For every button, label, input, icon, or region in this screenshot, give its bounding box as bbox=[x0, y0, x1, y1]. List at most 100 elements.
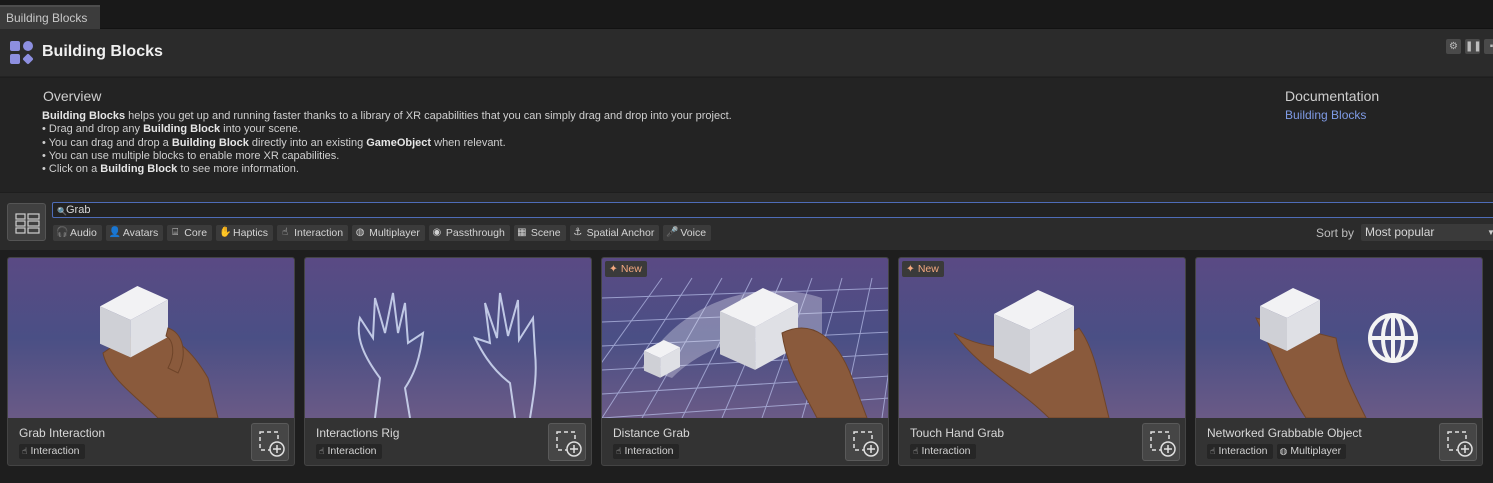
sparkle-icon: ✦ bbox=[609, 263, 618, 275]
block-card[interactable]: Grab Interaction ☝ Interaction bbox=[7, 257, 295, 466]
filter-chip-voice[interactable]: 🎤 Voice bbox=[663, 225, 712, 241]
filter-chip-avatars[interactable]: 👤 Avatars bbox=[105, 225, 164, 241]
documentation-link[interactable]: Building Blocks bbox=[1285, 108, 1366, 122]
filter-chip-passthrough[interactable]: ◉ Passthrough bbox=[428, 225, 510, 241]
overview-text: Building Blocks helps you get up and run… bbox=[42, 110, 732, 176]
overview-intro-bold: Building Blocks bbox=[42, 110, 126, 122]
overview-line: • You can drag and drop a bbox=[42, 136, 172, 149]
block-tags: ☝ Interaction ◍ Multiplayer bbox=[1207, 444, 1347, 459]
overview-line-bold: Building Block bbox=[100, 163, 178, 176]
add-block-button[interactable] bbox=[845, 423, 883, 461]
overview-line: • You can use multiple blocks to enable … bbox=[42, 149, 340, 162]
more-button[interactable]: ▪ bbox=[1484, 39, 1493, 54]
microphone-icon: 🎤 bbox=[666, 227, 679, 238]
block-card[interactable]: Networked Grabbable Object ☝ Interaction ◍ M… bbox=[1195, 257, 1483, 466]
tag-multiplayer: ◍ Multiplayer bbox=[1276, 444, 1347, 459]
pointer-hand-icon: ☝ bbox=[1210, 446, 1216, 456]
add-to-scene-icon bbox=[1150, 431, 1176, 457]
globe-icon: ◍ bbox=[355, 227, 365, 238]
add-block-button[interactable] bbox=[1439, 423, 1477, 461]
overview-intro: helps you get up and running faster than… bbox=[125, 110, 732, 122]
tag-interaction: ☝ Interaction bbox=[1207, 444, 1273, 459]
filter-chip-label: Interaction bbox=[294, 227, 344, 239]
filter-chip-core[interactable]: ⌸ Core bbox=[167, 225, 213, 241]
block-thumbnail bbox=[899, 258, 1185, 418]
block-card[interactable]: Interactions Rig ☝ Interaction bbox=[304, 257, 592, 466]
hand-icon: ✋ bbox=[219, 227, 232, 238]
tag-interaction: ☝ Interaction bbox=[613, 444, 679, 459]
list-grid-icon bbox=[15, 213, 40, 234]
pointer-hand-icon: ☝ bbox=[913, 446, 919, 456]
add-to-scene-icon bbox=[556, 431, 582, 457]
eye-icon: ◉ bbox=[432, 227, 442, 238]
tag-label: Interaction bbox=[30, 445, 80, 457]
new-badge: ✦ New bbox=[902, 261, 944, 277]
layout-icon: ❚❚ bbox=[1465, 41, 1482, 52]
block-tags: ☝ Interaction bbox=[316, 444, 382, 459]
block-title: Touch Hand Grab bbox=[910, 426, 1005, 440]
anchor-icon: ⚓ bbox=[573, 227, 583, 238]
headphones-icon: 🎧 bbox=[56, 227, 69, 238]
globe-icon: ◍ bbox=[1279, 446, 1288, 456]
pointer-hand-icon: ☝ bbox=[22, 446, 28, 456]
blocks-grid: Grab Interaction ☝ Interaction Interaction… bbox=[0, 250, 1493, 483]
block-thumbnail bbox=[305, 258, 591, 418]
block-card[interactable]: ✦ New Touch Hand Grab ☝ Interaction bbox=[898, 257, 1186, 466]
add-to-scene-icon bbox=[853, 431, 879, 457]
new-badge-label: New bbox=[917, 263, 939, 275]
filter-chip-label: Multiplayer bbox=[369, 227, 420, 239]
search-input[interactable]: 🔍 Grab bbox=[52, 202, 1493, 218]
tag-interaction: ☝ Interaction bbox=[910, 444, 976, 459]
tab-building-blocks[interactable]: Building Blocks bbox=[0, 5, 100, 29]
gear-icon: ⚙ bbox=[1449, 41, 1458, 52]
overview-line-bold: Building Block bbox=[171, 136, 249, 149]
add-block-button[interactable] bbox=[251, 423, 289, 461]
person-icon: 👤 bbox=[108, 227, 122, 238]
filter-chip-label: Avatars bbox=[122, 227, 159, 239]
search-value: Grab bbox=[66, 204, 91, 216]
block-thumbnail bbox=[1196, 258, 1482, 418]
overview-heading: Overview bbox=[43, 88, 102, 104]
new-badge: ✦ New bbox=[605, 261, 647, 277]
settings-button[interactable]: ⚙ bbox=[1446, 39, 1461, 54]
overview-line: • Drag and drop any bbox=[42, 123, 144, 136]
add-block-button[interactable] bbox=[548, 423, 586, 461]
block-tags: ☝ Interaction bbox=[910, 444, 976, 459]
overview-line-bold: Building Block bbox=[143, 123, 221, 136]
block-title: Distance Grab bbox=[613, 426, 690, 440]
page-title: Building Blocks bbox=[42, 43, 163, 60]
sort-dropdown[interactable]: Most popular ▼ bbox=[1361, 224, 1493, 241]
block-tags: ☝ Interaction bbox=[19, 444, 85, 459]
filter-chip-scene[interactable]: ▦ Scene bbox=[513, 225, 566, 241]
block-title: Networked Grabbable Object bbox=[1207, 426, 1362, 440]
block-title: Interactions Rig bbox=[316, 426, 400, 440]
building-blocks-logo-icon bbox=[10, 41, 34, 65]
sparkle-icon: ✦ bbox=[906, 263, 915, 275]
overview-line-bold: GameObject bbox=[366, 136, 432, 149]
block-tags: ☝ Interaction bbox=[613, 444, 679, 459]
tab-strip: Building Blocks bbox=[0, 0, 1493, 29]
overview-line: • Click on a bbox=[42, 163, 101, 176]
pointer-hand-icon: ☝ bbox=[282, 227, 289, 238]
chevron-down-icon: ▼ bbox=[1487, 228, 1493, 237]
add-block-button[interactable] bbox=[1142, 423, 1180, 461]
layout-button[interactable]: ❚❚ bbox=[1465, 39, 1482, 54]
overview-line: into your scene. bbox=[220, 123, 301, 136]
tag-label: Interaction bbox=[1218, 445, 1268, 457]
add-to-scene-icon bbox=[259, 431, 285, 457]
overview-panel: Overview Building Blocks helps you get u… bbox=[0, 78, 1493, 192]
overview-line: when relevant. bbox=[431, 136, 506, 149]
sort-label: Sort by bbox=[1316, 226, 1355, 240]
filter-chip-multiplayer[interactable]: ◍ Multiplayer bbox=[352, 225, 425, 241]
filter-chip-haptics[interactable]: ✋ Haptics bbox=[216, 225, 274, 241]
overview-line: to see more information. bbox=[177, 163, 299, 176]
filter-chip-interaction[interactable]: ☝ Interaction bbox=[277, 225, 349, 241]
view-toggle-button[interactable] bbox=[7, 203, 46, 241]
vr-headset-icon: ⌸ bbox=[172, 227, 179, 238]
block-card[interactable]: ✦ New Distance Grab ☝ Interaction bbox=[601, 257, 889, 466]
filter-chip-label: Passthrough bbox=[445, 227, 505, 239]
block-title: Grab Interaction bbox=[19, 426, 106, 440]
pointer-hand-icon: ☝ bbox=[616, 446, 622, 456]
filter-chip-spatial-anchor[interactable]: ⚓ Spatial Anchor bbox=[569, 225, 660, 241]
filter-chip-audio[interactable]: 🎧 Audio bbox=[53, 225, 102, 241]
